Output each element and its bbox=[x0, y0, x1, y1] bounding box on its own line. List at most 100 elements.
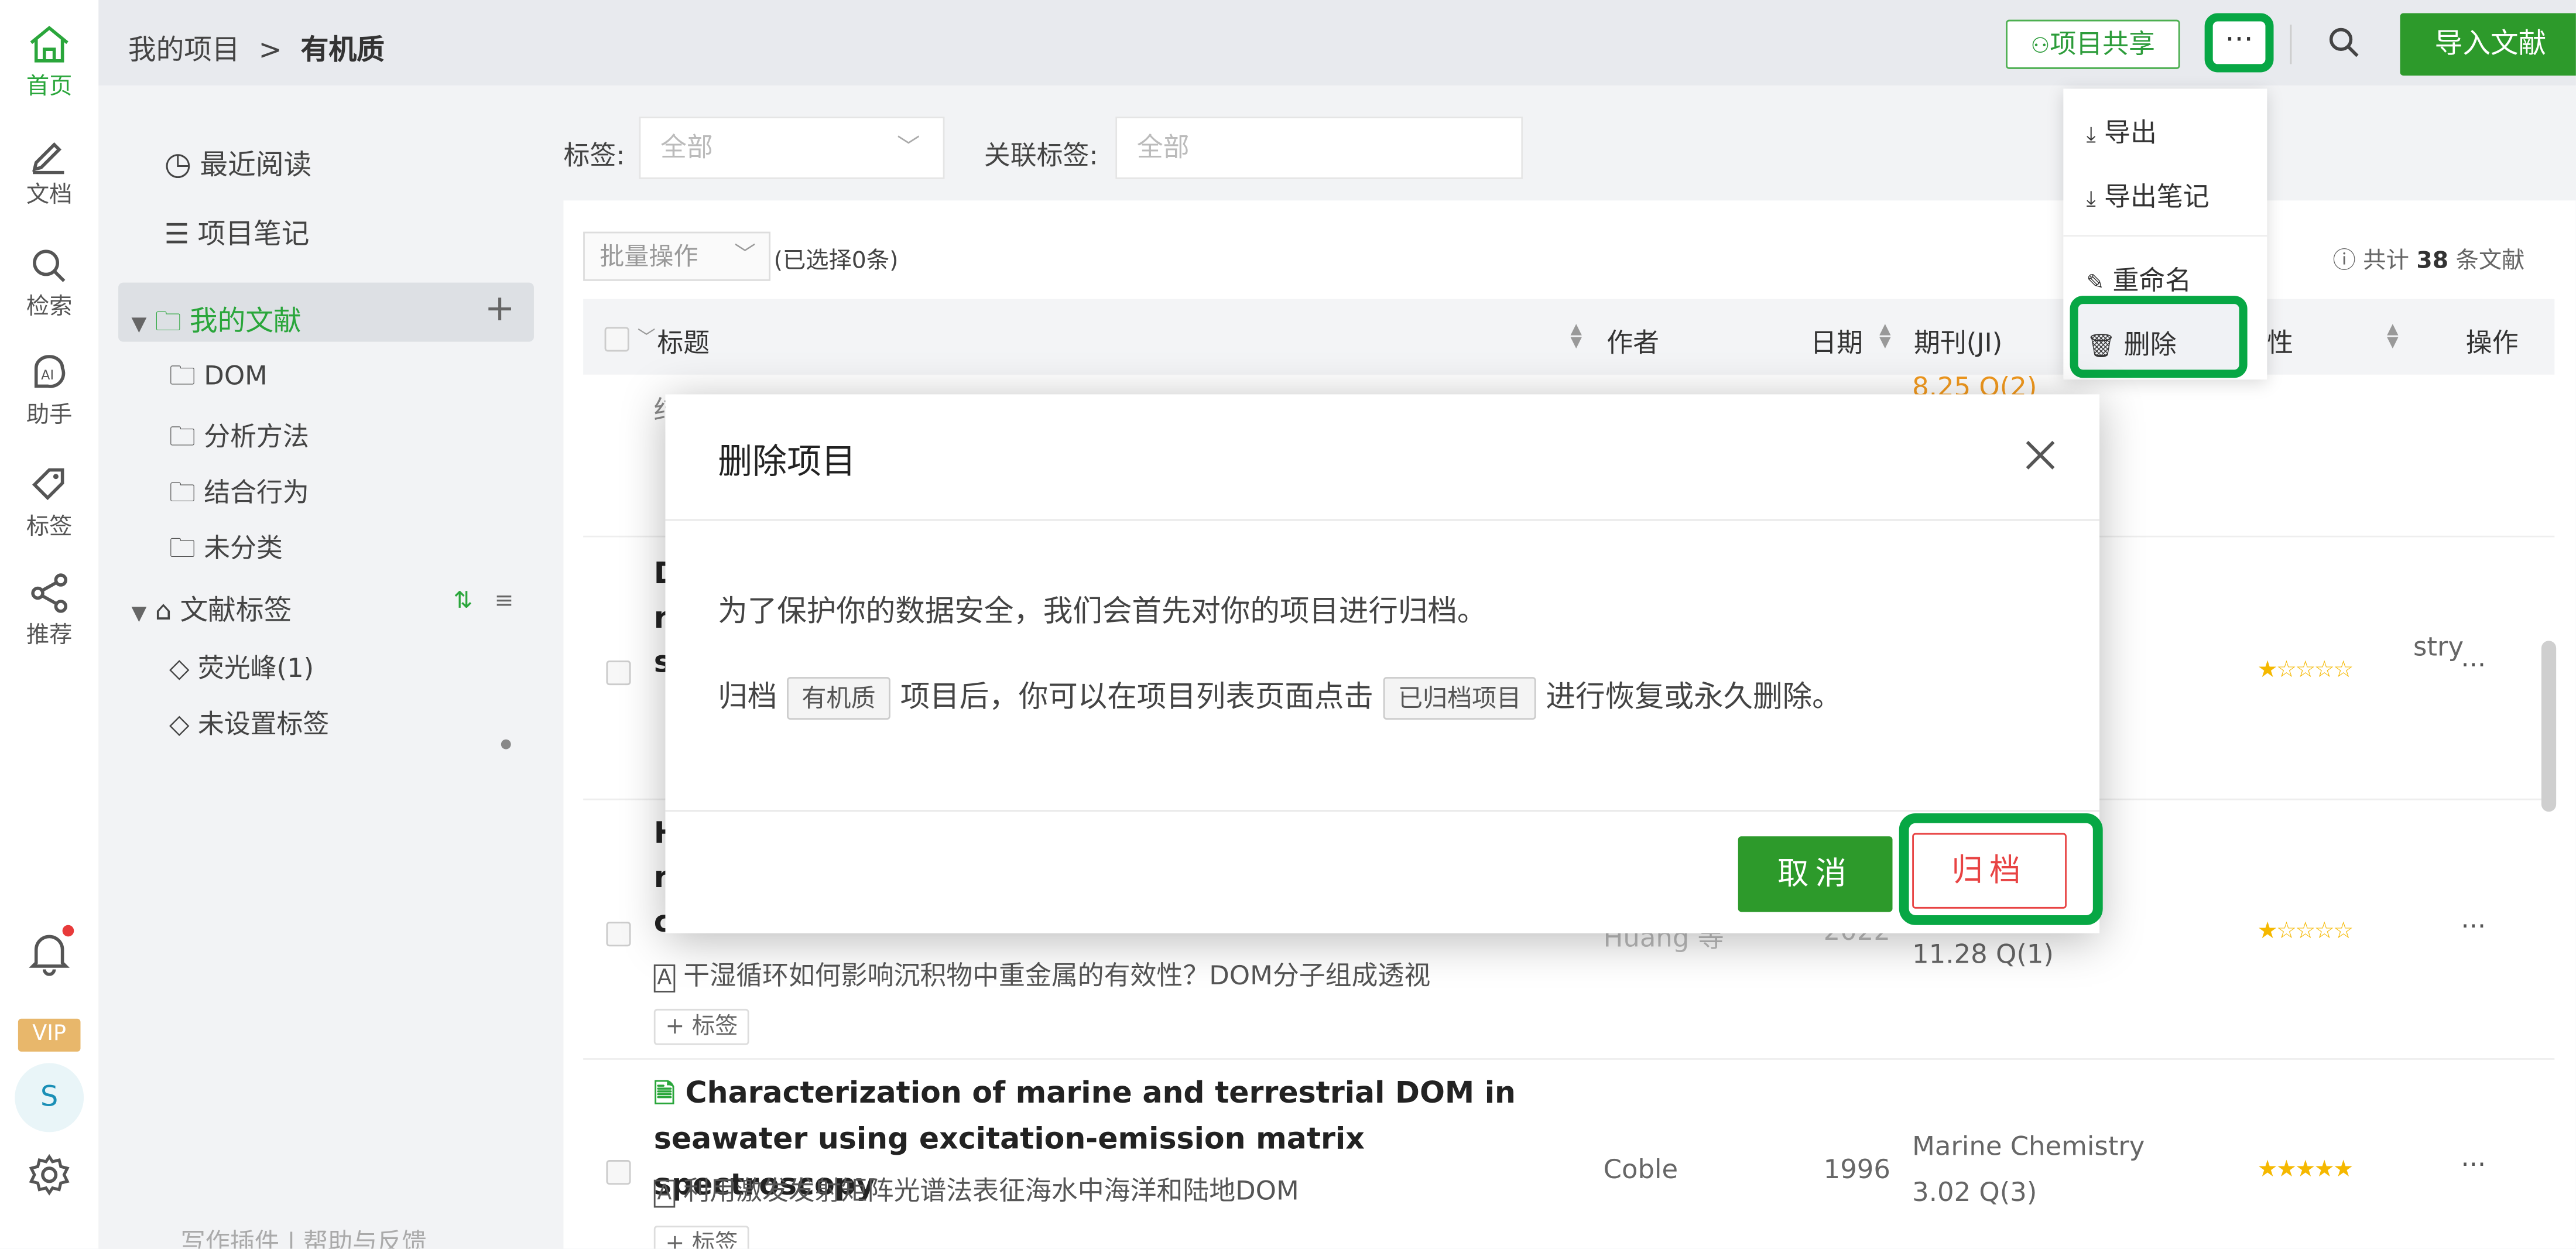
menu-item-export[interactable]: ⤓ 导出 bbox=[2087, 110, 2157, 149]
nav-recommend-label: 推荐 bbox=[26, 622, 73, 649]
sort-list-icon[interactable]: ≡ bbox=[495, 588, 514, 615]
tag-icon: ◇ bbox=[169, 652, 190, 684]
col-ops: 操作 bbox=[2465, 327, 2519, 358]
folder-label: 分析方法 bbox=[204, 420, 309, 452]
msg-part-a: 归档 bbox=[718, 680, 777, 715]
journal-if: 11.28 Q(1) bbox=[1912, 938, 2054, 970]
col-journal[interactable]: 期刊(JI) bbox=[1914, 320, 2002, 360]
search-icon bbox=[33, 249, 66, 282]
project-share-button[interactable]: ⚇项目共享 bbox=[2006, 19, 2180, 69]
row-more-button[interactable]: ··· bbox=[2461, 911, 2486, 942]
batch-ops-label: 批量操作 bbox=[600, 241, 698, 271]
col-author[interactable]: 作者 bbox=[1606, 320, 1659, 360]
batch-ops-select[interactable]: 批量操作 ﹀ bbox=[583, 231, 771, 281]
row-more-button[interactable]: ··· bbox=[2461, 1148, 2486, 1179]
chevron-down-icon: ﹀ bbox=[897, 135, 920, 161]
row-checkbox[interactable] bbox=[606, 1160, 631, 1185]
footer-links[interactable]: 写作插件 | 帮助与反馈 bbox=[181, 1224, 427, 1248]
add-tag-button[interactable]: + 标签 bbox=[653, 1008, 750, 1045]
rating-stars[interactable]: ★★★★★ bbox=[2257, 1156, 2354, 1183]
sidebar-folder[interactable]: 🗀 结合行为 bbox=[169, 470, 309, 519]
col-date[interactable]: 日期 bbox=[1810, 320, 1863, 360]
sidebar-tag[interactable]: ◇ 荧光峰(1) bbox=[169, 646, 314, 685]
row-checkbox[interactable] bbox=[606, 661, 631, 686]
chevron-down-icon[interactable]: ﹀ bbox=[638, 324, 656, 350]
nav-docs-label: 文档 bbox=[26, 182, 73, 209]
menu-item-export-notes[interactable]: ⤓ 导出笔记 bbox=[2087, 174, 2210, 213]
more-button[interactable]: ··· bbox=[2204, 13, 2274, 73]
sidebar-tags-header[interactable]: ▼ ⌂ 文献标签 bbox=[131, 587, 292, 628]
row-subtitle[interactable]: A 干湿循环如何影响沉积物中重金属的有效性？DOM分子组成透视 bbox=[653, 953, 1431, 993]
breadcrumb-root[interactable]: 我的项目 bbox=[128, 35, 240, 67]
gear-icon[interactable] bbox=[28, 1154, 71, 1203]
sidebar-tag[interactable]: ◇ 未设置标签 bbox=[169, 702, 329, 741]
menu-item-delete[interactable]: 🗑 删除 bbox=[2087, 322, 2177, 361]
sidebar-folder[interactable]: 🗀 DOM bbox=[169, 358, 268, 403]
dialog-message-2: 归档 有机质 项目后，你可以在项目列表页面点击 已归档项目 进行恢复或永久删除。 bbox=[718, 673, 1842, 720]
sort-az-icon[interactable]: ⇅ bbox=[453, 588, 472, 615]
nav-home-label: 首页 bbox=[26, 74, 73, 101]
left-nav: 首页 文档 检索 AI 助手 标签 推荐 VIP S bbox=[0, 0, 101, 1249]
bell-icon[interactable] bbox=[28, 930, 71, 983]
tag-filter-select[interactable]: 全部 ﹀ bbox=[639, 117, 945, 179]
folder-icon: 🗀 bbox=[169, 420, 196, 452]
pdf-icon: 🗎 bbox=[653, 1077, 675, 1110]
import-docs-button[interactable]: 导入文献 bbox=[2400, 13, 2576, 76]
nav-search[interactable]: 检索 bbox=[0, 247, 98, 322]
cancel-button[interactable]: 取消 bbox=[1738, 836, 1893, 912]
col-title[interactable]: 标题 bbox=[657, 320, 710, 360]
sidebar-tags-label: 文献标签 bbox=[180, 594, 292, 628]
close-icon[interactable] bbox=[2022, 437, 2058, 480]
archive-button[interactable]: 归档 bbox=[1912, 833, 2067, 909]
scrollbar-thumb[interactable] bbox=[2541, 641, 2557, 812]
sidebar-folder[interactable]: 🗀 未分类 bbox=[169, 526, 283, 575]
sort-icon[interactable]: ▲ ▼ bbox=[2387, 323, 2398, 351]
ai-icon: AI bbox=[34, 355, 66, 388]
sidebar-my-docs-row[interactable]: ▼ 🗀 我的文献 bbox=[131, 297, 301, 348]
row-more-button[interactable]: ··· bbox=[2461, 649, 2486, 680]
menu-item-rename[interactable]: ✎ 重命名 bbox=[2087, 258, 2192, 297]
nav-tags[interactable]: 标签 bbox=[0, 463, 98, 542]
list-icon: ☰ bbox=[164, 218, 190, 252]
tag-filter-value: 全部 bbox=[660, 131, 713, 163]
col-importance[interactable]: 性 bbox=[2267, 320, 2293, 360]
rating-stars[interactable]: ★☆☆☆☆ bbox=[2257, 657, 2354, 683]
sidebar-folder[interactable]: 🗀 分析方法 bbox=[169, 414, 309, 463]
tag-dot bbox=[501, 739, 511, 750]
vip-badge[interactable]: VIP bbox=[18, 1018, 81, 1052]
sort-icon[interactable]: ▲ ▼ bbox=[1879, 323, 1890, 351]
clock-icon: ◷ bbox=[164, 146, 192, 183]
row-author: Coble bbox=[1603, 1153, 1678, 1185]
msg-part-b: 项目后，你可以在项目列表页面点击 bbox=[900, 680, 1373, 715]
project-name-chip: 有机质 bbox=[787, 677, 890, 720]
folder-icon: 🗀 bbox=[169, 360, 196, 391]
user-share-icon: ⚇ bbox=[2030, 34, 2050, 60]
project-sidebar: ◷ 最近阅读 ☰ 项目笔记 ▼ 🗀 我的文献 + 🗀 DOM 🗀 分析方法 🗀 … bbox=[98, 85, 564, 1249]
row-subtitle-text: 干湿循环如何影响沉积物中重金属的有效性？DOM分子组成透视 bbox=[683, 959, 1431, 991]
add-tag-button[interactable]: + 标签 bbox=[653, 1226, 750, 1249]
related-tag-filter-label: 关联标签: bbox=[984, 139, 1098, 171]
add-folder-button[interactable]: + bbox=[485, 289, 515, 330]
select-all-checkbox[interactable] bbox=[604, 327, 629, 352]
rating-stars[interactable]: ★☆☆☆☆ bbox=[2257, 919, 2354, 945]
tag-label: 荧光峰(1) bbox=[197, 652, 314, 684]
pen-icon bbox=[32, 142, 64, 174]
row-subtitle[interactable]: A 利用激发发射矩阵光谱法表征海水中海洋和陆地DOM bbox=[653, 1168, 1299, 1208]
breadcrumb-current: 有机质 bbox=[300, 34, 385, 68]
related-tag-filter-select[interactable]: 全部 bbox=[1115, 117, 1523, 179]
project-share-label: 项目共享 bbox=[2050, 28, 2155, 60]
nav-docs[interactable]: 文档 bbox=[0, 135, 98, 210]
sidebar-item-recent[interactable]: ◷ 最近阅读 bbox=[164, 141, 312, 183]
tag-icon: ◇ bbox=[169, 708, 190, 740]
header-search-icon[interactable] bbox=[2326, 25, 2362, 67]
nav-home[interactable]: 首页 bbox=[0, 23, 98, 102]
nav-assistant[interactable]: AI 助手 bbox=[0, 355, 98, 430]
sort-icon[interactable]: ▲ ▼ bbox=[1571, 323, 1582, 351]
trash-icon: 🗑 bbox=[2086, 333, 2116, 360]
avatar[interactable]: S bbox=[15, 1063, 84, 1132]
row-checkbox[interactable] bbox=[606, 922, 631, 947]
sidebar-item-notes[interactable]: ☰ 项目笔记 bbox=[165, 210, 310, 251]
total-number: 38 bbox=[2416, 248, 2449, 275]
nav-recommend[interactable]: 推荐 bbox=[0, 572, 98, 651]
dialog-divider bbox=[665, 810, 2100, 812]
